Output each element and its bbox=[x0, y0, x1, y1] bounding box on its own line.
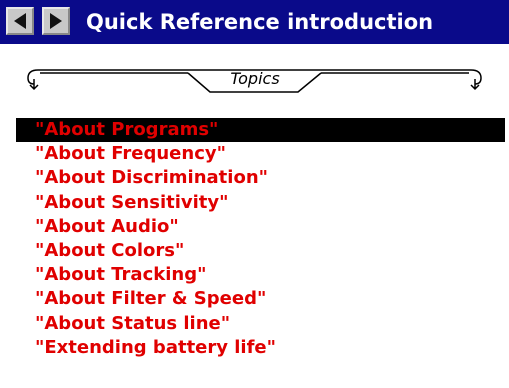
forward-button[interactable] bbox=[42, 7, 70, 35]
topic-link-status-line[interactable]: "About Status line" bbox=[16, 312, 505, 336]
topic-link-programs[interactable]: "About Programs" bbox=[16, 118, 505, 143]
topic-link-audio[interactable]: "About Audio" bbox=[16, 215, 505, 239]
topic-link-sensitivity[interactable]: "About Sensitivity" bbox=[16, 191, 505, 215]
title-bar: Quick Reference introduction bbox=[0, 0, 509, 44]
page-title: Quick Reference introduction bbox=[86, 10, 434, 34]
quick-reference-screen: Quick Reference introduction Topics "Abo… bbox=[0, 0, 509, 388]
topic-link-filter-speed[interactable]: "About Filter & Speed" bbox=[16, 287, 505, 311]
topic-link-discrimination[interactable]: "About Discrimination" bbox=[16, 166, 505, 190]
back-button[interactable] bbox=[6, 7, 34, 35]
topic-link-tracking[interactable]: "About Tracking" bbox=[16, 263, 505, 287]
topic-list: "About Programs" "About Frequency" "Abou… bbox=[16, 118, 505, 360]
topic-link-frequency[interactable]: "About Frequency" bbox=[16, 142, 505, 166]
topics-heading: Topics bbox=[230, 69, 280, 88]
topic-link-battery-life[interactable]: "Extending battery life" bbox=[16, 336, 505, 360]
topic-link-colors[interactable]: "About Colors" bbox=[16, 239, 505, 263]
right-arrow-icon bbox=[50, 13, 62, 29]
left-arrow-icon bbox=[14, 13, 26, 29]
